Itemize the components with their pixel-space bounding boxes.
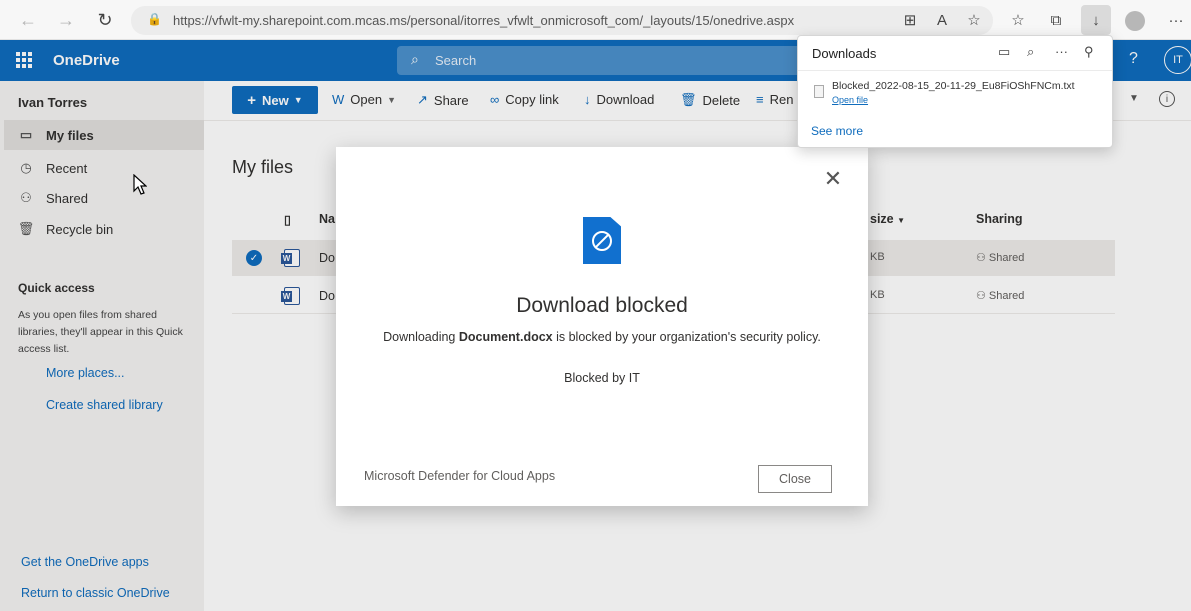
downloads-panel: Downloads ▭ ⌕ ··· ⚲ Blocked_2022-08-15_2… (797, 35, 1113, 148)
pin-icon[interactable]: ⚲ (1084, 44, 1094, 60)
mouse-cursor-icon (133, 174, 147, 195)
forward-icon[interactable]: → (54, 8, 78, 32)
downloads-title: Downloads (812, 46, 877, 61)
browser-toolbar: ← → ↻ 🔒 https://vfwlt-my.sharepoint.com.… (0, 0, 1191, 40)
favorite-star-icon[interactable]: ☆ (963, 9, 985, 31)
open-file-link[interactable]: Open file (832, 95, 868, 105)
collections-icon[interactable]: ⧉ (1045, 9, 1067, 31)
lock-icon: 🔒 (147, 12, 162, 26)
close-icon[interactable]: ✕ (823, 168, 843, 190)
see-more-link[interactable]: See more (811, 124, 863, 138)
download-icon: ↓ (1092, 11, 1100, 29)
apps-icon[interactable]: ⊞ (899, 9, 921, 31)
download-blocked-dialog: ✕ Download blocked Downloading Document.… (336, 147, 868, 506)
url-text[interactable]: https://vfwlt-my.sharepoint.com.mcas.ms/… (173, 13, 794, 28)
message-prefix: Downloading (383, 330, 459, 344)
folder-icon[interactable]: ▭ (998, 44, 1010, 60)
blocked-file-name: Document.docx (458, 330, 553, 344)
close-button[interactable]: Close (758, 465, 832, 493)
back-icon[interactable]: ← (16, 8, 40, 32)
read-aloud-icon[interactable]: A (931, 9, 953, 31)
blocked-document-icon (583, 217, 621, 264)
divider (798, 70, 1112, 71)
message-suffix: is blocked by your organization's securi… (552, 330, 821, 344)
blocked-by-text: Blocked by IT (564, 371, 640, 385)
downloads-button[interactable]: ↓ (1081, 5, 1111, 35)
download-file-name[interactable]: Blocked_2022-08-15_20-11-29_Eu8FiOShFNCm… (832, 80, 1075, 92)
favorites-icon[interactable]: ☆ (1007, 9, 1029, 31)
dialog-footer: Microsoft Defender for Cloud Apps (364, 469, 556, 483)
dialog-message: Downloading Document.docx is blocked by … (336, 330, 868, 344)
dialog-title: Download blocked (516, 294, 688, 317)
address-bar[interactable]: 🔒 https://vfwlt-my.sharepoint.com.mcas.m… (131, 6, 993, 35)
profile-avatar[interactable] (1125, 11, 1145, 31)
search-icon[interactable]: ⌕ (1027, 44, 1034, 60)
more-options-icon[interactable]: ··· (1055, 44, 1068, 59)
browser-menu-icon[interactable]: ··· (1165, 9, 1187, 31)
file-icon (814, 85, 824, 98)
refresh-icon[interactable]: ↻ (93, 8, 117, 32)
